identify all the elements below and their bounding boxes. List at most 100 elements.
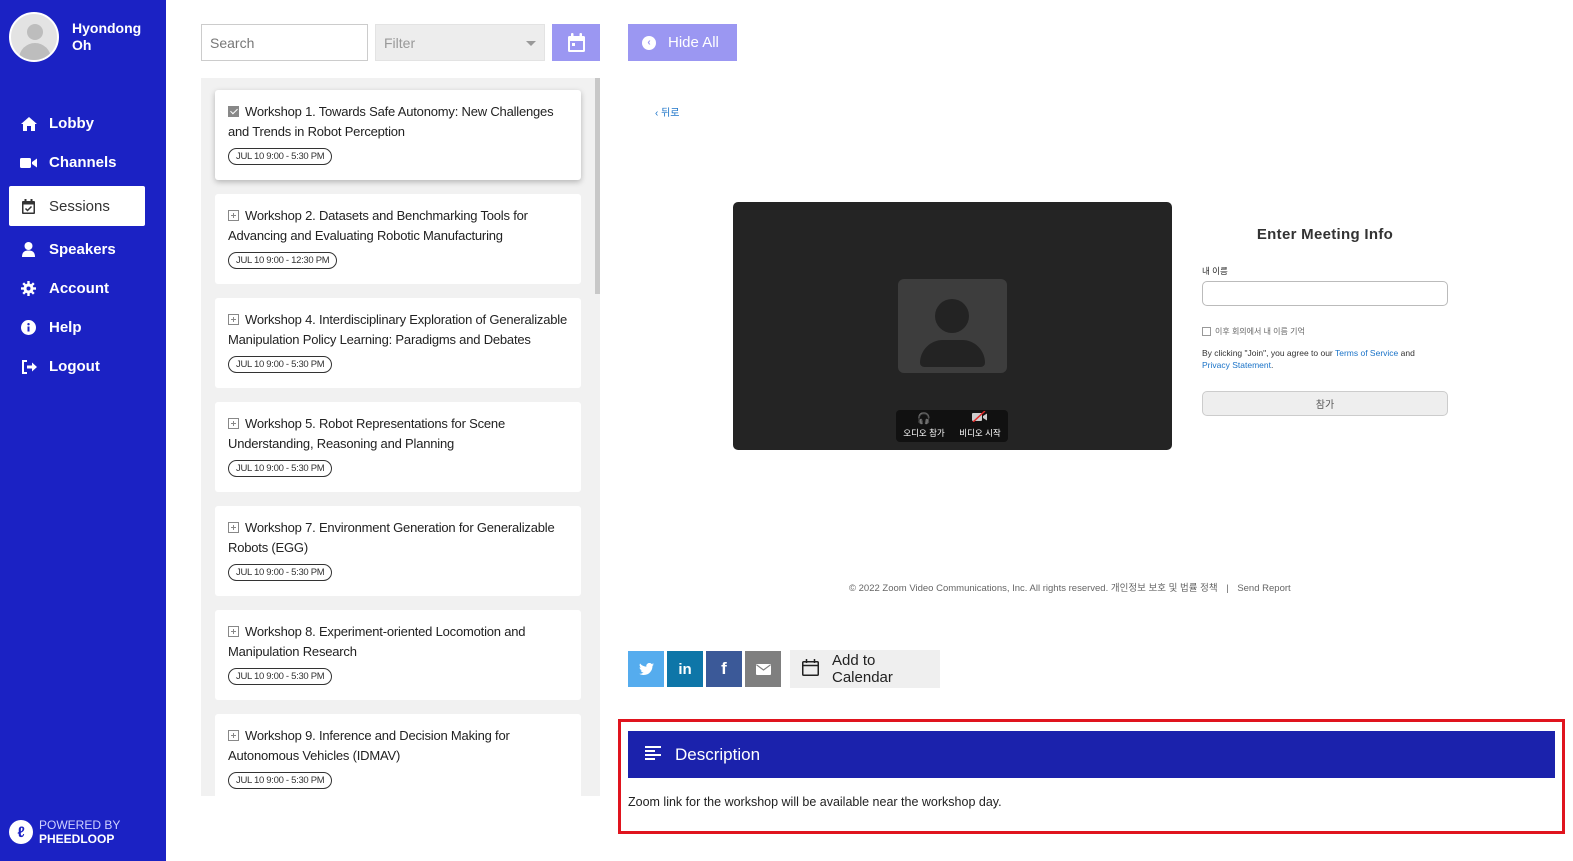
remember-name-row[interactable]: 이후 회의에서 내 이름 기억 [1202,326,1448,337]
send-report-link[interactable]: Send Report [1237,583,1290,594]
participant-avatar-icon [898,279,1007,373]
share-linkedin-button[interactable]: in [667,651,703,687]
back-link[interactable]: ‹ 뒤로 [655,104,680,119]
sidebar-nav: Lobby Channels Sessions Speakers Account… [9,104,145,386]
zoom-copyright[interactable]: © 2022 Zoom Video Communications, Inc. A… [849,583,1218,594]
session-time-badge: JUL 10 9:00 - 5:30 PM [228,564,333,581]
sidebar-item-logout[interactable]: Logout [9,347,145,386]
email-icon [755,663,771,675]
expand-plus-icon[interactable] [228,730,239,741]
session-time-badge: JUL 10 9:00 - 5:30 PM [228,148,333,165]
sidebar-item-label: Lobby [49,115,94,132]
sidebar-item-account[interactable]: Account [9,269,145,308]
info-icon [20,319,37,336]
gear-icon [20,280,37,297]
sidebar-item-speakers[interactable]: Speakers [9,230,145,269]
session-card[interactable]: Workshop 9. Inference and Decision Makin… [215,714,581,796]
session-time-badge: JUL 10 9:00 - 5:30 PM [228,356,333,373]
remember-name-label: 이후 회의에서 내 이름 기억 [1215,327,1305,336]
terms-of-service-link[interactable]: Terms of Service [1335,348,1398,358]
share-facebook-button[interactable]: f [706,651,742,687]
expand-plus-icon[interactable] [228,210,239,221]
facebook-icon: f [721,659,727,678]
user-icon [20,241,37,258]
description-text: Zoom link for the workshop will be avail… [628,795,1002,809]
session-card[interactable]: Workshop 2. Datasets and Benchmarking To… [215,194,581,284]
join-audio-button[interactable]: 🎧 오디오 참가 [896,410,952,442]
session-time-badge: JUL 10 9:00 - 12:30 PM [228,252,338,269]
search-input[interactable] [201,24,368,61]
video-controls: 🎧 오디오 참가 비디오 시작 [896,410,1008,442]
meeting-title: Enter Meeting Info [1256,226,1394,243]
text-align-left-icon [645,745,661,765]
name-input[interactable] [1202,281,1448,306]
home-icon [20,115,37,132]
calendar-check-icon [20,198,37,215]
session-card[interactable]: Workshop 7. Environment Generation for G… [215,506,581,596]
sidebar-item-label: Sessions [49,197,110,215]
session-title: Workshop 9. Inference and Decision Makin… [228,728,510,763]
video-off-icon [972,410,988,425]
meeting-info-form: Enter Meeting Info 내 이름 이후 회의에서 내 이름 기억 … [1202,226,1448,416]
filter-label: Filter [384,34,416,51]
expand-plus-icon[interactable] [228,626,239,637]
powered-by-pheedloop[interactable]: ℓ POWERED BY PHEEDLOOP [9,818,120,846]
sidebar-item-lobby[interactable]: Lobby [9,104,145,143]
powered-by-label: POWERED BY [39,818,121,832]
session-card[interactable]: Workshop 4. Interdisciplinary Exploratio… [215,298,581,388]
checked-checkbox-icon[interactable] [228,106,239,117]
expand-plus-icon[interactable] [228,314,239,325]
user-profile[interactable]: Hyondong Oh [9,12,152,62]
sidebar-item-sessions[interactable]: Sessions [9,186,145,226]
session-card[interactable]: Workshop 1. Towards Safe Autonomy: New C… [215,90,581,180]
privacy-statement-link[interactable]: Privacy Statement [1202,360,1271,370]
video-preview: 🎧 오디오 참가 비디오 시작 [733,202,1172,450]
description-header: Description [628,731,1555,778]
remember-name-checkbox[interactable] [1202,327,1211,336]
join-button[interactable]: 참가 [1202,391,1448,416]
sidebar-item-channels[interactable]: Channels [9,143,145,182]
session-list-scrollbar[interactable] [595,78,600,294]
session-title: Workshop 7. Environment Generation for G… [228,520,555,555]
headphones-icon: 🎧 [917,413,931,425]
expand-plus-icon[interactable] [228,418,239,429]
sidebar-item-label: Help [49,319,82,336]
start-video-button[interactable]: 비디오 시작 [952,410,1008,442]
hide-all-label: Hide All [668,34,719,51]
session-card[interactable]: Workshop 8. Experiment-oriented Locomoti… [215,610,581,700]
sidebar-item-label: Speakers [49,241,116,258]
pheedloop-label: PHEEDLOOP [39,832,115,846]
session-title: Workshop 5. Robot Representations for Sc… [228,416,505,451]
session-time-badge: JUL 10 9:00 - 5:30 PM [228,460,333,477]
agreement-text: By clicking "Join", you agree to our Ter… [1202,348,1415,370]
session-list[interactable]: Workshop 1. Towards Safe Autonomy: New C… [201,78,600,796]
session-time-badge: JUL 10 9:00 - 5:30 PM [228,772,333,789]
session-title: Workshop 4. Interdisciplinary Exploratio… [228,312,567,347]
sidebar-item-label: Account [49,280,109,297]
session-title: Workshop 1. Towards Safe Autonomy: New C… [228,104,554,139]
sidebar-item-label: Logout [49,358,100,375]
calendar-view-button[interactable] [552,24,600,61]
hide-all-button[interactable]: ‹ Hide All [628,24,737,61]
description-title: Description [675,744,761,764]
chevron-down-icon [526,41,536,46]
calendar-icon [802,658,819,680]
filter-select[interactable]: Filter [375,24,545,61]
zoom-footer: © 2022 Zoom Video Communications, Inc. A… [849,583,1291,594]
share-email-button[interactable] [745,651,781,687]
expand-plus-icon[interactable] [228,522,239,533]
linkedin-icon: in [678,660,692,678]
twitter-icon [638,663,654,675]
app-root: Hyondong Oh Lobby Channels Sessions Spea… [0,0,1573,861]
session-card[interactable]: Workshop 5. Robot Representations for Sc… [215,402,581,492]
share-twitter-button[interactable] [628,651,664,687]
session-time-badge: JUL 10 9:00 - 5:30 PM [228,668,333,685]
add-to-calendar-button[interactable]: Add to Calendar [790,650,940,688]
pheedloop-logo-icon: ℓ [9,820,33,844]
name-label: 내 이름 [1202,266,1228,276]
calendar-icon [567,33,585,52]
sidebar-item-help[interactable]: Help [9,308,145,347]
session-title: Workshop 2. Datasets and Benchmarking To… [228,208,528,243]
avatar [9,12,59,62]
sidebar-item-label: Channels [49,154,117,171]
